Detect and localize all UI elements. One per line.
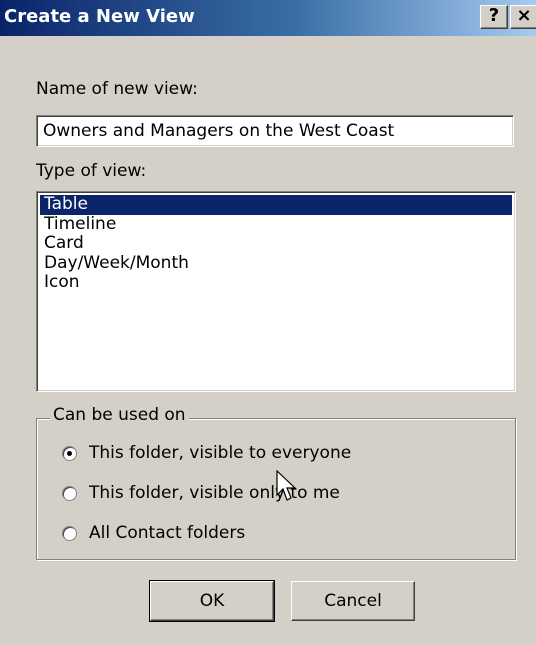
ok-button[interactable]: OK [149,580,275,622]
radio-button[interactable] [62,525,77,541]
view-name-field[interactable] [36,115,514,147]
radio-all-contact-folders[interactable]: All Contact folders [62,523,245,543]
radio-button-checked[interactable] [62,445,77,461]
help-button[interactable]: ? [480,5,508,29]
mouse-pointer-icon [276,470,296,501]
list-item-card[interactable]: Card [40,233,512,254]
close-button[interactable]: × [510,5,536,29]
radio-label: This folder, visible only to me [89,483,340,503]
radio-button[interactable] [62,485,77,501]
radio-visible-only-me[interactable]: This folder, visible only to me [62,483,340,503]
view-type-listbox[interactable]: Table Timeline Card Day/Week/Month Icon [36,191,516,392]
title-bar: Create a New View ? × [0,0,536,36]
radio-label: This folder, visible to everyone [89,443,352,463]
radio-visible-everyone[interactable]: This folder, visible to everyone [62,443,351,463]
cancel-button[interactable]: Cancel [291,581,415,621]
usage-group-label: Can be used on [50,405,189,425]
type-label: Type of view: [36,161,147,181]
name-label: Name of new view: [36,79,198,99]
list-item-day-week-month[interactable]: Day/Week/Month [40,253,512,274]
window-title: Create a New View [4,6,195,27]
list-item-table[interactable]: Table [40,194,512,215]
radio-label: All Contact folders [89,523,246,543]
list-item-icon[interactable]: Icon [40,272,512,293]
view-name-input[interactable] [37,116,513,146]
list-item-timeline[interactable]: Timeline [40,214,512,235]
